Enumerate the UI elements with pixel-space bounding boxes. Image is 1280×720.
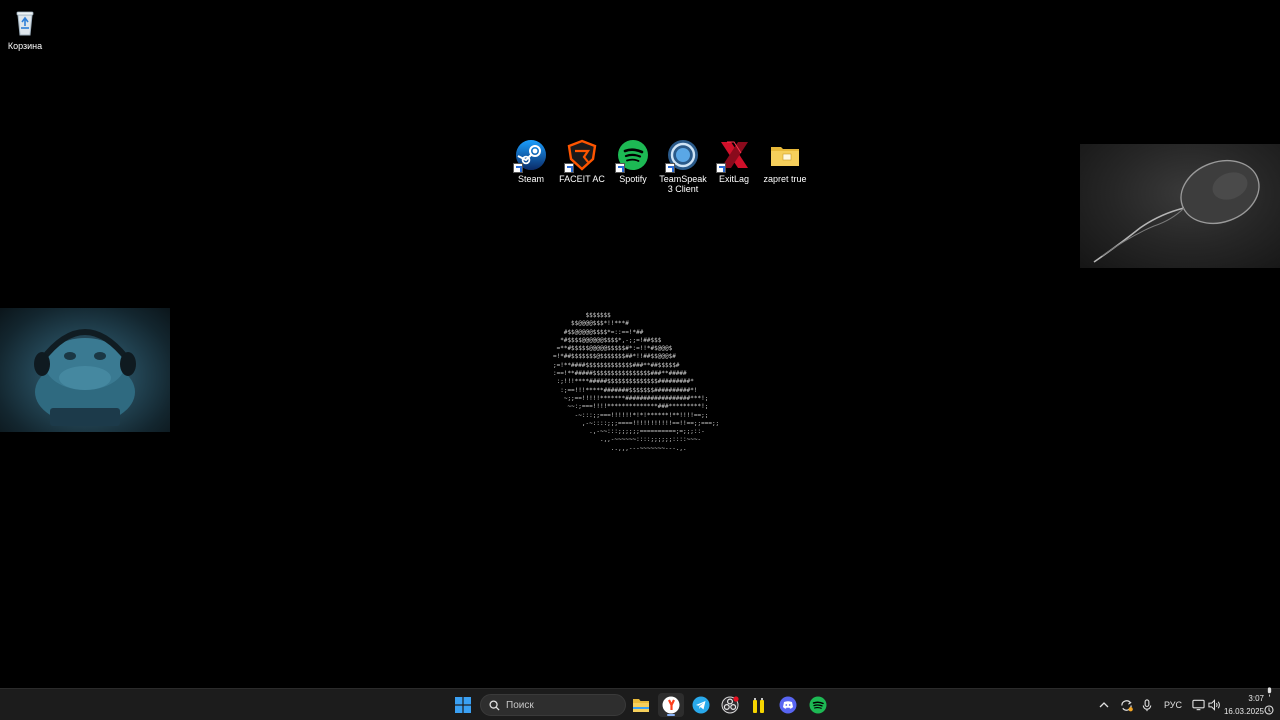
tray-volume-button[interactable] — [1206, 689, 1222, 720]
chevron-up-icon — [1099, 702, 1109, 708]
taskbar-app-telegram[interactable] — [688, 693, 714, 717]
recycle-bin[interactable]: Корзина — [0, 6, 51, 51]
tray-network-button[interactable] — [1190, 689, 1206, 720]
spotify-icon — [615, 139, 649, 173]
tray-overflow-button[interactable] — [1096, 689, 1112, 720]
clock-date: 16.03.2025 — [1223, 707, 1264, 716]
search-icon — [489, 699, 500, 711]
speaker-icon — [1207, 699, 1220, 711]
desktop-folder-zapret-true[interactable]: zapret true — [758, 139, 812, 184]
sync-icon — [1120, 699, 1133, 711]
microphone-in-use-icon — [1267, 687, 1271, 697]
shortcut-arrow-icon — [665, 163, 675, 173]
taskbar-clock[interactable]: 3:07 16.03.2025 — [1224, 692, 1264, 718]
notification-bell-icon — [1264, 705, 1274, 715]
active-indicator — [667, 714, 675, 716]
notifications-button[interactable] — [1262, 703, 1276, 717]
discord-icon — [779, 696, 797, 714]
energy-drink-app-icon — [753, 698, 764, 713]
start-button[interactable] — [450, 693, 476, 717]
input-language-label: РУС — [1163, 700, 1183, 710]
telegram-icon — [692, 696, 710, 714]
tray-notification-mic-indicator[interactable] — [1262, 685, 1276, 699]
search-input[interactable] — [506, 699, 616, 711]
tray-microphone-button[interactable] — [1139, 689, 1155, 720]
yandex-browser-icon — [662, 696, 680, 714]
taskbar-search[interactable] — [480, 694, 626, 716]
shortcut-label: FACEIT AC — [559, 174, 605, 184]
folder-icon — [769, 139, 801, 171]
steam-icon — [513, 139, 547, 173]
taskbar: РУС 3:07 16.03.2025 — [0, 685, 1280, 720]
shortcut-arrow-icon — [615, 163, 625, 173]
exitlag-icon — [716, 139, 750, 173]
input-language-indicator[interactable]: РУС — [1160, 689, 1186, 720]
ascii-art: $$$$$$$ $$@@@@$$$*!!***# #$$@@@@@$$$$*=:… — [553, 312, 720, 452]
taskbar-app-yandex-browser[interactable] — [658, 693, 684, 717]
shortcut-arrow-icon — [513, 163, 523, 173]
shortcut-label: Spotify — [619, 174, 647, 184]
desktop-shortcut-faceit-ac[interactable]: FACEIT AC — [555, 139, 609, 184]
shortcut-label: zapret true — [763, 174, 807, 184]
sperm-cell-image — [1080, 144, 1280, 268]
taskbar-app-discord[interactable] — [775, 693, 801, 717]
taskbar-app-spotify[interactable] — [805, 693, 831, 717]
shortcut-label: Steam — [517, 174, 544, 184]
teamspeak-icon — [665, 139, 699, 173]
file-explorer-icon — [633, 699, 649, 712]
shortcut-arrow-icon — [564, 163, 574, 173]
hippo-headphones-image — [0, 308, 170, 432]
recycle-bin-icon — [9, 6, 41, 38]
desktop: Корзина Steam FACEIT AC Spotify TeamSpea… — [0, 0, 1280, 688]
faceit-icon — [564, 139, 598, 173]
recycle-bin-label: Корзина — [7, 41, 43, 51]
taskbar-app-file-explorer[interactable] — [628, 693, 654, 717]
shortcut-label: TeamSpeak 3 Client — [659, 174, 707, 194]
clock-time: 3:07 — [1248, 694, 1264, 703]
windows-logo-icon — [455, 697, 471, 713]
spotify-icon — [809, 696, 827, 714]
shortcut-label: ExitLag — [718, 174, 750, 184]
obs-icon — [721, 696, 739, 714]
taskbar-app-energy[interactable] — [746, 693, 772, 717]
shortcut-arrow-icon — [716, 163, 726, 173]
desktop-shortcut-steam[interactable]: Steam — [504, 139, 558, 184]
desktop-shortcut-teamspeak[interactable]: TeamSpeak 3 Client — [656, 139, 710, 194]
desktop-shortcut-exitlag[interactable]: ExitLag — [707, 139, 761, 184]
desktop-shortcut-spotify[interactable]: Spotify — [606, 139, 660, 184]
taskbar-app-obs[interactable] — [717, 693, 743, 717]
microphone-icon — [1142, 698, 1152, 711]
tray-sync-button[interactable] — [1117, 689, 1135, 720]
network-monitor-icon — [1191, 699, 1205, 711]
